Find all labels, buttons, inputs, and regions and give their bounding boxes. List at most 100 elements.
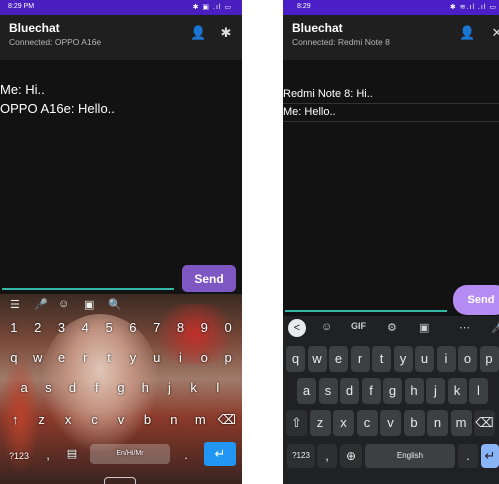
close-icon[interactable]: ✕ — [489, 25, 499, 41]
status-time: 8:29 PM — [8, 3, 35, 10]
key[interactable]: o — [458, 346, 477, 372]
key[interactable]: r — [350, 346, 370, 372]
key[interactable]: m — [187, 412, 213, 427]
key[interactable]: v — [108, 412, 134, 427]
key[interactable]: r — [73, 350, 97, 365]
key[interactable]: q — [2, 350, 26, 365]
key[interactable]: u — [415, 346, 434, 372]
key[interactable]: 7 — [145, 320, 169, 335]
key[interactable]: c — [81, 412, 107, 427]
key[interactable]: p — [479, 346, 499, 372]
emoji-icon[interactable]: ☺ — [58, 298, 69, 310]
add-device-icon[interactable]: 👤 — [190, 25, 206, 41]
key[interactable]: f — [85, 380, 109, 395]
key[interactable]: h — [404, 378, 424, 404]
key[interactable]: v — [380, 410, 401, 436]
key[interactable]: g — [109, 380, 133, 395]
key[interactable]: t — [97, 350, 121, 365]
key[interactable]: 2 — [26, 320, 50, 335]
symbols-key[interactable]: ?123 — [4, 451, 34, 461]
send-button[interactable]: Send — [453, 285, 499, 315]
message-input[interactable] — [285, 290, 447, 312]
key[interactable]: 5 — [97, 320, 121, 335]
key[interactable]: h — [133, 380, 157, 395]
key[interactable]: p — [216, 350, 240, 365]
period-key[interactable]: . — [178, 447, 194, 462]
gif-button[interactable]: GIF — [351, 321, 366, 331]
key[interactable]: b — [134, 412, 160, 427]
key[interactable]: a — [297, 378, 316, 404]
key[interactable]: 8 — [169, 320, 193, 335]
key[interactable]: t — [372, 346, 391, 372]
bluetooth-icon[interactable]: ✱ — [218, 25, 234, 41]
search-icon[interactable]: 🔍 — [108, 298, 122, 311]
key[interactable]: m — [450, 410, 472, 436]
enter-key[interactable]: ↵ — [204, 442, 236, 466]
message-input[interactable] — [2, 268, 174, 290]
send-button[interactable]: Send — [182, 265, 236, 292]
key[interactable]: s — [318, 378, 338, 404]
key[interactable]: w — [307, 346, 327, 372]
app-title: Bluechat — [9, 21, 60, 35]
clipboard-icon[interactable]: ▣ — [84, 298, 94, 311]
key[interactable]: b — [403, 410, 425, 436]
key[interactable]: u — [145, 350, 169, 365]
key[interactable]: 4 — [73, 320, 97, 335]
key[interactable]: n — [427, 410, 448, 436]
key[interactable]: c — [356, 410, 378, 436]
globe-icon[interactable]: ⊕ — [340, 444, 362, 468]
key[interactable]: y — [393, 346, 413, 372]
key[interactable]: o — [192, 350, 216, 365]
key[interactable]: z — [309, 410, 331, 436]
menu-icon[interactable]: ☰ — [10, 298, 20, 311]
period-key[interactable]: . — [458, 444, 478, 468]
comma-key[interactable]: , — [317, 444, 337, 468]
key[interactable]: ↑ — [2, 412, 28, 427]
symbols-key[interactable]: ?123 — [287, 444, 315, 468]
key[interactable]: f — [361, 378, 381, 404]
more-icon[interactable]: ⋯ — [459, 321, 470, 334]
key[interactable]: d — [340, 378, 359, 404]
key[interactable]: 9 — [192, 320, 216, 335]
key[interactable]: l — [206, 380, 230, 395]
key[interactable]: l — [469, 378, 488, 404]
settings-icon[interactable]: ⚙ — [387, 321, 397, 334]
space-bar[interactable]: En/Hi/Mr — [90, 444, 170, 464]
enter-key[interactable]: ↵ — [481, 444, 499, 468]
key[interactable]: e — [329, 346, 348, 372]
translate-icon[interactable]: ▤ — [62, 447, 82, 460]
key[interactable]: e — [50, 350, 74, 365]
back-arrow-icon[interactable]: < — [288, 319, 306, 337]
key[interactable]: y — [121, 350, 145, 365]
add-device-icon[interactable]: 👤 — [459, 25, 475, 41]
key[interactable]: x — [55, 412, 81, 427]
key[interactable]: j — [426, 378, 445, 404]
sticker-icon[interactable]: ☺ — [321, 321, 332, 333]
key[interactable]: x — [333, 410, 354, 436]
key[interactable]: k — [182, 380, 206, 395]
key[interactable]: i — [169, 350, 193, 365]
key[interactable]: d — [60, 380, 84, 395]
microphone-icon[interactable]: 🎤 — [491, 321, 499, 334]
key[interactable]: k — [447, 378, 467, 404]
key[interactable]: w — [26, 350, 50, 365]
key[interactable]: 3 — [50, 320, 74, 335]
key[interactable]: a — [12, 380, 36, 395]
key[interactable]: z — [28, 412, 54, 427]
theme-icon[interactable]: ▣ — [419, 321, 429, 334]
key[interactable]: j — [157, 380, 181, 395]
microphone-icon[interactable]: 🎤 — [34, 298, 48, 311]
key[interactable]: s — [36, 380, 60, 395]
key[interactable]: n — [161, 412, 187, 427]
key[interactable]: ⌫ — [214, 412, 240, 428]
key[interactable]: 6 — [121, 320, 145, 335]
comma-key[interactable]: , — [40, 447, 56, 462]
key[interactable]: i — [436, 346, 456, 372]
key[interactable]: ⌫ — [474, 410, 495, 436]
key[interactable]: 1 — [2, 320, 26, 335]
key[interactable]: ⇧ — [286, 410, 307, 436]
key[interactable]: q — [286, 346, 305, 372]
space-bar[interactable]: English — [365, 444, 455, 468]
key[interactable]: 0 — [216, 320, 240, 335]
key[interactable]: g — [383, 378, 402, 404]
